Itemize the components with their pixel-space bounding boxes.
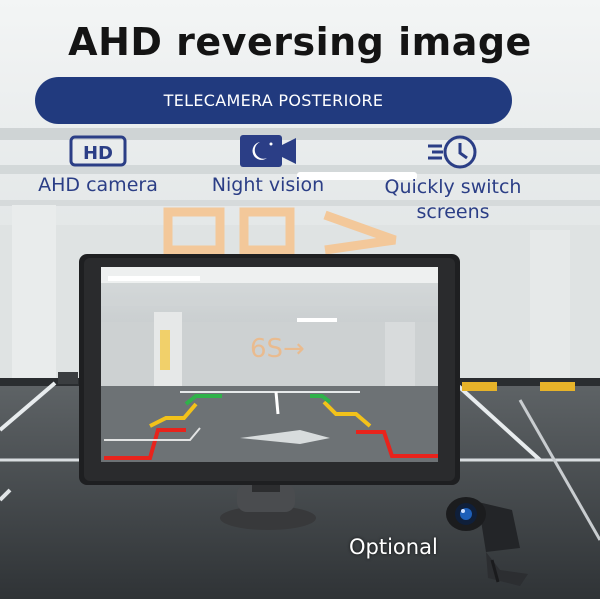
feature-label: Quickly switch screens — [384, 176, 522, 223]
hd-icon: HD — [69, 135, 127, 167]
night-vision-camera-icon — [240, 135, 296, 167]
feature-ahd-camera: HD AHD camera — [30, 133, 166, 198]
screen-sign: 6S→ — [250, 334, 305, 364]
fast-clock-icon — [428, 135, 477, 169]
optional-label: Optional — [349, 535, 438, 559]
headline: AHD reversing image — [68, 20, 532, 64]
feature-night-vision: Night vision — [198, 133, 338, 198]
feature-quick-switch: Quickly switch screens — [378, 133, 528, 225]
feature-label: AHD camera — [38, 174, 158, 196]
feature-label: Night vision — [211, 174, 325, 196]
banner: TELECAMERA POSTERIORE — [35, 77, 512, 124]
svg-text:HD: HD — [83, 143, 113, 164]
